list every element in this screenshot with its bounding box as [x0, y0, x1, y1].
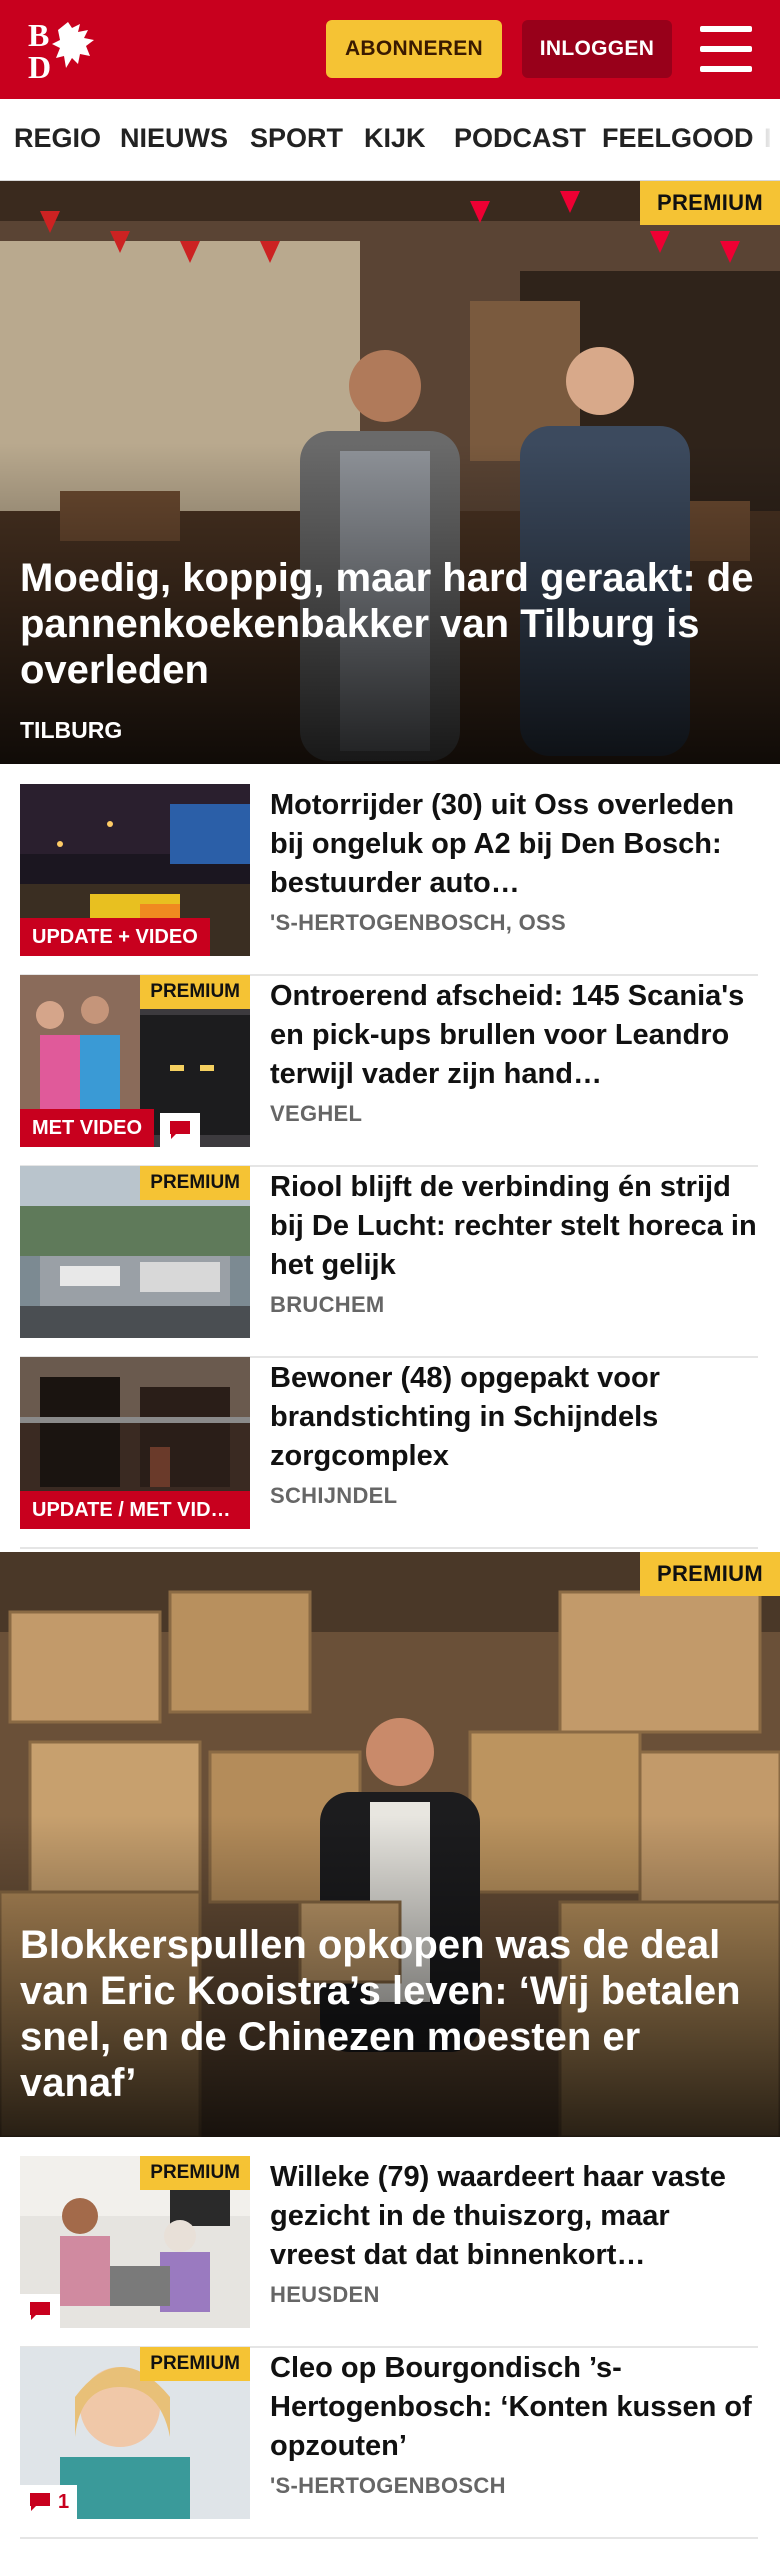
site-header: B D ABONNEREN INLOGGEN [0, 0, 780, 99]
update-video-label: UPDATE / MET VID… [20, 1491, 250, 1529]
article-location: BRUCHEM [270, 1292, 385, 1317]
nav-fade [750, 99, 780, 180]
article-title[interactable]: Cleo op Bourgondisch ’s-Hertogenbosch: ‘… [270, 2349, 760, 2466]
article-thumbnail: UPDATE + VIDEO [20, 784, 250, 956]
list-item[interactable]: PREMIUM MET VIDEO Ontroerend afscheid: 1… [20, 975, 758, 1167]
comment-icon [30, 2493, 50, 2511]
premium-badge: PREMIUM [140, 2156, 250, 2190]
article-location: VEGHEL [270, 1101, 363, 1126]
comment-box[interactable]: 1 [20, 2485, 78, 2519]
article-thumbnail: PREMIUM [20, 1166, 250, 1338]
list-item[interactable]: UPDATE + VIDEO Motorrijder (30) uit Oss … [20, 784, 758, 976]
comment-box[interactable] [20, 2294, 60, 2328]
update-video-label: UPDATE + VIDEO [20, 918, 210, 956]
hero-title[interactable]: Blokkerspullen opkopen was de deal van E… [20, 1922, 760, 2106]
list-item[interactable]: PREMIUM Riool blijft de verbinding én st… [20, 1166, 758, 1358]
article-thumbnail: PREMIUM [20, 2156, 250, 2328]
list-item[interactable]: PREMIUM 1 Cleo op Bourgondisch ’s-Hertog… [20, 2347, 758, 2539]
hero-location: TILBURG [20, 717, 123, 743]
article-location: 'S-HERTOGENBOSCH, OSS [270, 910, 566, 935]
premium-badge: PREMIUM [640, 181, 780, 225]
list-item[interactable]: UPDATE / MET VID… Bewoner (48) opgepakt … [20, 1357, 758, 1549]
nav-item-regio[interactable]: REGIO [14, 123, 101, 154]
nav-item-kijk[interactable]: KIJK [364, 123, 426, 154]
bd-logo[interactable]: B D [28, 16, 114, 85]
nav-item-sport[interactable]: SPORT [250, 123, 343, 154]
article-thumbnail: UPDATE / MET VID… [20, 1357, 250, 1529]
article-location: SCHIJNDEL [270, 1483, 398, 1508]
svg-text:D: D [28, 49, 51, 82]
category-nav: REGIO NIEUWS SPORT KIJK PODCAST FEELGOOD… [0, 99, 780, 181]
nav-item-nieuws[interactable]: NIEUWS [120, 123, 228, 154]
comment-count: 1 [58, 2490, 70, 2513]
svg-text:B: B [28, 17, 49, 53]
article-title[interactable]: Ontroerend afscheid: 145 Scania's en pic… [270, 977, 760, 1094]
nav-item-feelgood[interactable]: FEELGOOD [602, 123, 754, 154]
comment-icon [170, 1121, 190, 1139]
article-location: 'S-HERTOGENBOSCH [270, 2473, 506, 2498]
article-location: HEUSDEN [270, 2282, 380, 2307]
hero-article-blokker[interactable]: PREMIUM Blokkerspullen opkopen was de de… [0, 1552, 780, 2137]
article-title[interactable]: Motorrijder (30) uit Oss overleden bij o… [270, 786, 760, 903]
subscribe-button[interactable]: ABONNEREN [326, 20, 502, 78]
article-thumbnail: PREMIUM 1 [20, 2347, 250, 2519]
premium-badge: PREMIUM [140, 975, 250, 1009]
article-thumbnail: PREMIUM MET VIDEO [20, 975, 250, 1147]
hero-article-pannenkoek[interactable]: PREMIUM Moedig, koppig, maar hard geraak… [0, 181, 780, 764]
premium-badge: PREMIUM [140, 1166, 250, 1200]
premium-badge: PREMIUM [640, 1552, 780, 1596]
article-title[interactable]: Willeke (79) waardeert haar vaste gezich… [270, 2158, 760, 2275]
article-title[interactable]: Bewoner (48) opgepakt voor brandstichtin… [270, 1359, 760, 1476]
login-button[interactable]: INLOGGEN [522, 20, 672, 78]
article-title[interactable]: Riool blijft de verbinding én strijd bij… [270, 1168, 760, 1285]
premium-badge: PREMIUM [140, 2347, 250, 2381]
hamburger-menu-icon[interactable] [700, 26, 752, 72]
nav-item-podcast[interactable]: PODCAST [454, 123, 586, 154]
hero-title[interactable]: Moedig, koppig, maar hard geraakt: de pa… [20, 555, 760, 693]
video-label: MET VIDEO [20, 1109, 155, 1147]
comment-icon [30, 2302, 50, 2320]
list-item[interactable]: PREMIUM Willeke (79) waardeert haar vast… [20, 2156, 758, 2348]
comment-box[interactable] [160, 1113, 200, 1147]
